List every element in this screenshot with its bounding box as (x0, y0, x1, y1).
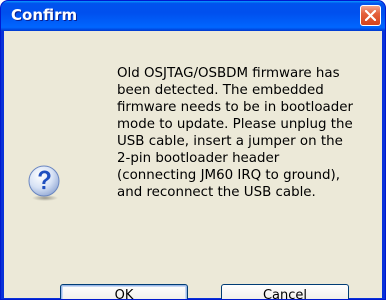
cancel-button[interactable]: Cancel (221, 284, 349, 299)
title-bar[interactable]: Confirm (1, 1, 385, 31)
confirm-dialog: Confirm Old OSJTAG/OSBDM firmware has be… (0, 0, 386, 300)
question-icon (28, 165, 60, 201)
dialog-body: Old OSJTAG/OSBDM firmware has been detec… (4, 31, 382, 299)
close-button[interactable] (360, 5, 381, 26)
message-text: Old OSJTAG/OSBDM firmware has been detec… (117, 66, 353, 200)
close-icon (365, 10, 376, 21)
ok-button[interactable]: OK (60, 284, 188, 299)
dialog-title: Confirm (11, 6, 78, 24)
